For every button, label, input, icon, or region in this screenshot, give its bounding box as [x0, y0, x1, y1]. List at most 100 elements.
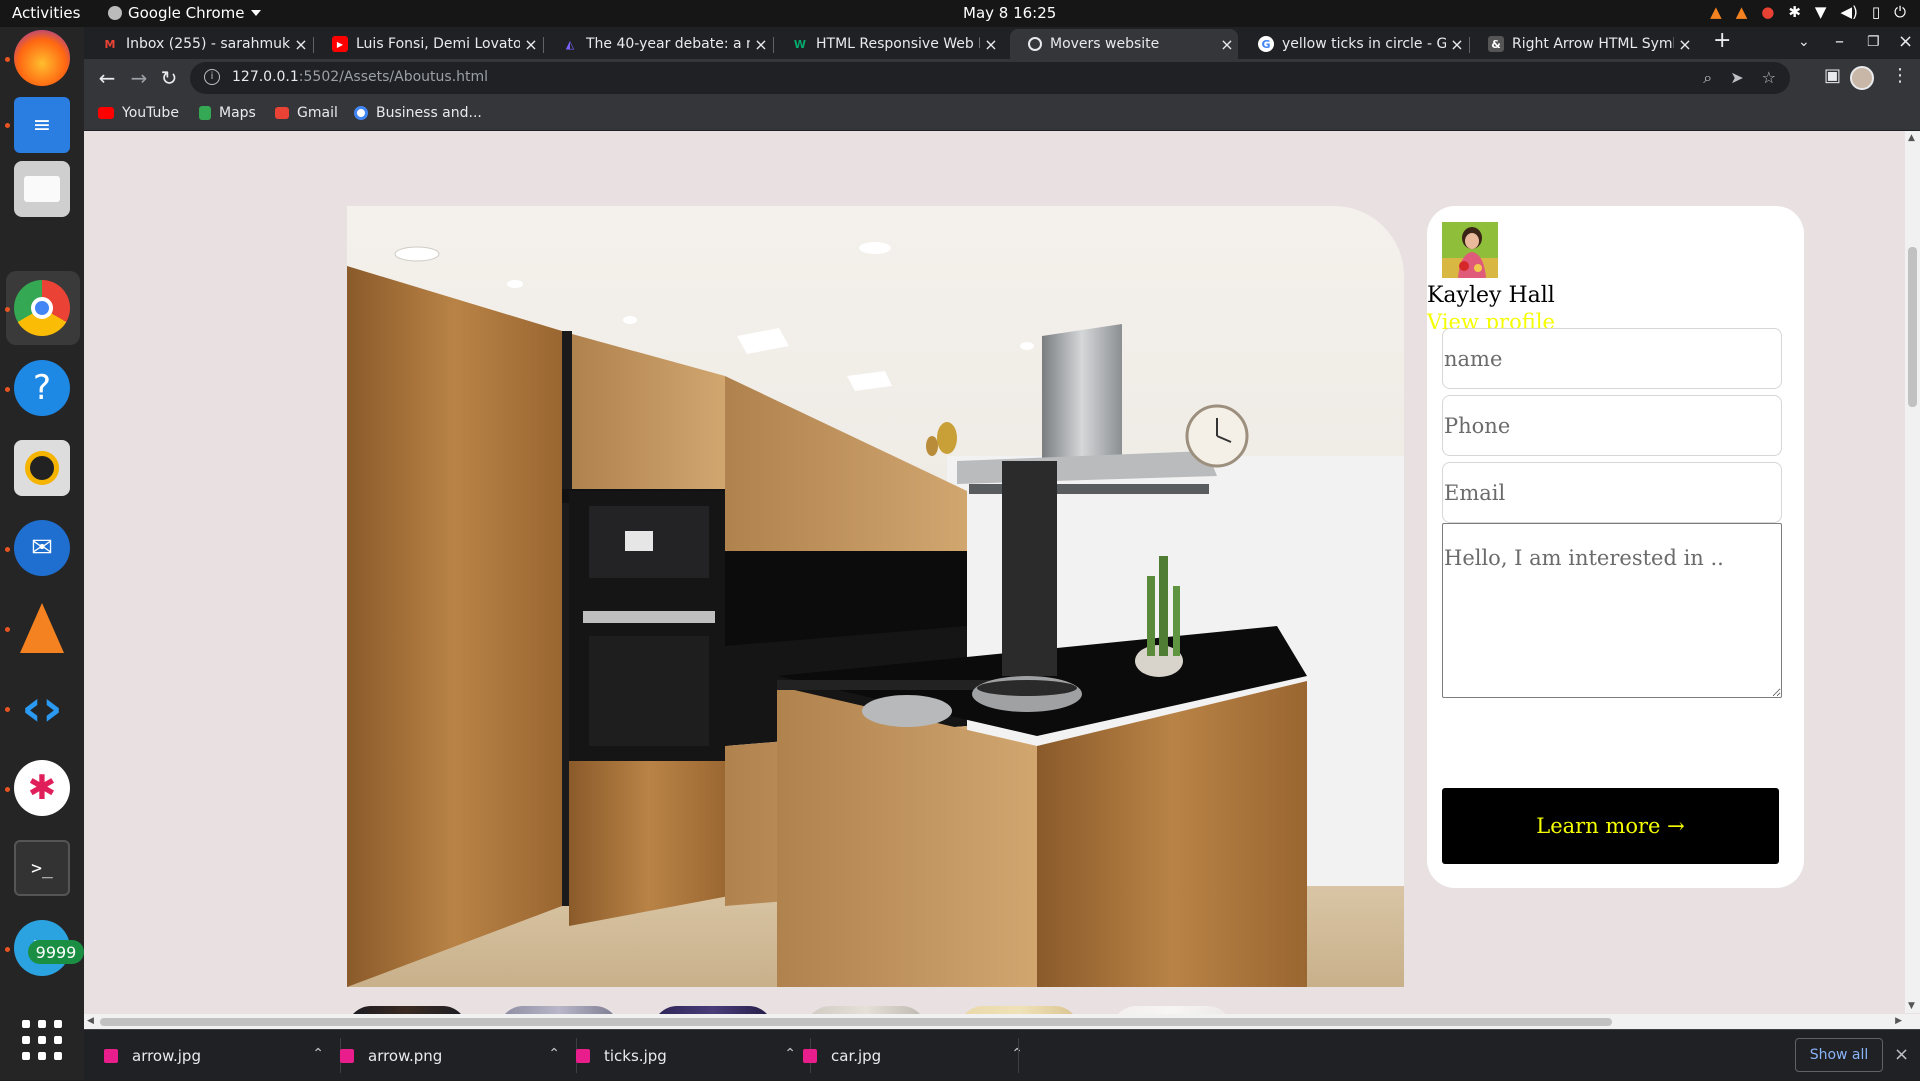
close-icon[interactable]: ×	[520, 35, 542, 54]
download-shelf: arrow.jpg ⌃ arrow.png ⌃ ticks.jpg ⌃ car.…	[84, 1029, 1920, 1080]
app-menu[interactable]: Google Chrome	[108, 4, 261, 22]
battery-icon: ▯	[1871, 3, 1881, 21]
message-field[interactable]	[1442, 523, 1782, 698]
cone-icon	[20, 603, 64, 653]
learn-more-button[interactable]: Learn more →	[1442, 788, 1779, 864]
download-item[interactable]: car.jpg ⌃	[803, 1030, 1023, 1081]
bookmark-business[interactable]: Business and...	[354, 105, 482, 121]
chrome-center-icon	[31, 297, 53, 319]
running-indicator	[5, 947, 10, 952]
download-filename: arrow.png	[368, 1046, 443, 1065]
tab-youtube[interactable]: ▶ Luis Fonsi, Demi Lovato ×	[314, 29, 542, 59]
clock[interactable]: May 8 16:25	[963, 4, 1056, 22]
files-icon[interactable]	[14, 161, 70, 217]
browser-toolbar: ← → ↻ i 127.0.0.1:5502/Assets/Aboutus.ht…	[84, 59, 1920, 97]
chevron-up-icon[interactable]: ⌃	[312, 1046, 324, 1062]
scrollbar-thumb[interactable]	[100, 1018, 1612, 1026]
reload-button[interactable]: ↻	[156, 65, 182, 91]
bookmark-label: Business and...	[376, 105, 482, 121]
profile-avatar[interactable]	[1850, 66, 1874, 90]
tab-article[interactable]: ◭ The 40-year debate: a me ×	[544, 29, 772, 59]
tab-search-chevron-icon[interactable]: ⌄	[1798, 34, 1810, 50]
forward-button[interactable]: →	[126, 65, 152, 91]
send-icon[interactable]: ➤	[1730, 68, 1743, 88]
bookmark-star-icon[interactable]: ☆	[1762, 68, 1776, 88]
download-filename: arrow.jpg	[132, 1046, 201, 1065]
phone-field[interactable]	[1442, 395, 1782, 456]
terminal-icon[interactable]: >_	[14, 840, 70, 896]
new-tab-button[interactable]: +	[1713, 28, 1731, 53]
site-info-icon[interactable]: i	[204, 69, 220, 85]
tab-movers-website[interactable]: Movers website ×	[1010, 29, 1238, 59]
bookmarks-bar: YouTube Maps Gmail Business and...	[84, 97, 1920, 131]
page-viewport: Kayley Hall View profile Learn more → ▲ …	[84, 131, 1920, 1029]
back-button[interactable]: ←	[94, 65, 120, 91]
close-icon[interactable]: ×	[1674, 35, 1696, 54]
close-icon[interactable]: ×	[750, 35, 772, 54]
system-top-bar: Activities Google Chrome May 8 16:25 ▲ ▲…	[0, 0, 1920, 27]
horizontal-scrollbar[interactable]: ◀ ▶	[84, 1014, 1920, 1029]
tab-google-search[interactable]: G yellow ticks in circle - Go ×	[1240, 29, 1468, 59]
agent-photo-image	[1442, 222, 1498, 278]
scrollbar-thumb[interactable]	[1908, 247, 1917, 407]
scroll-left-icon[interactable]: ◀	[87, 1016, 94, 1026]
writer-icon[interactable]: ≡	[14, 97, 70, 153]
vlc-tray-icon: ▲	[1735, 3, 1748, 21]
avatar	[1850, 66, 1874, 90]
download-item[interactable]: arrow.png ⌃	[340, 1030, 560, 1081]
tab-right-arrow[interactable]: & Right Arrow HTML Symb ×	[1470, 29, 1696, 59]
help-icon[interactable]: ?	[14, 360, 70, 416]
activities-button[interactable]: Activities	[12, 4, 80, 22]
close-icon[interactable]: ×	[980, 35, 1002, 54]
chevron-down-icon	[250, 10, 261, 16]
image-file-icon	[803, 1048, 817, 1063]
slack-icon[interactable]: ✱	[14, 760, 70, 816]
folder-icon	[24, 176, 60, 202]
tab-title: Luis Fonsi, Demi Lovato	[356, 36, 520, 52]
chevron-up-icon[interactable]: ⌃	[548, 1046, 560, 1062]
bookmark-youtube[interactable]: YouTube	[98, 105, 179, 121]
bookmark-gmail[interactable]: Gmail	[275, 105, 338, 121]
property-hero-image[interactable]	[347, 206, 1404, 987]
download-filename: car.jpg	[831, 1046, 882, 1065]
address-bar[interactable]: i 127.0.0.1:5502/Assets/Aboutus.html ⌕ ➤…	[190, 62, 1790, 94]
scroll-right-icon[interactable]: ▶	[1895, 1016, 1902, 1026]
url-text[interactable]: 127.0.0.1:5502/Assets/Aboutus.html	[232, 69, 488, 85]
menu-kebab-icon[interactable]: ⋮	[1891, 65, 1909, 86]
youtube-icon	[98, 107, 114, 119]
system-tray[interactable]: ▲ ▲ ● ✱ ▼ ◀) ▯ ⏻	[1710, 3, 1906, 21]
chevron-up-icon[interactable]: ⌃	[784, 1046, 796, 1062]
window-close-button[interactable]: ×	[1898, 31, 1913, 52]
maximize-button[interactable]: ❐	[1867, 34, 1880, 50]
agent-contact-card: Kayley Hall View profile Learn more →	[1427, 206, 1804, 888]
name-field[interactable]	[1442, 328, 1782, 389]
email-field[interactable]	[1442, 462, 1782, 523]
running-indicator	[5, 787, 10, 792]
show-all-downloads-button[interactable]: Show all	[1795, 1038, 1883, 1072]
download-item[interactable]: ticks.jpg ⌃	[576, 1030, 796, 1081]
firefox-icon[interactable]	[14, 30, 70, 86]
dock: ≡ ? ✉ ‹› ✱ >_ ➤ 9999	[0, 27, 84, 1080]
minimize-button[interactable]: –	[1835, 31, 1844, 52]
vertical-scrollbar[interactable]: ▲ ▼	[1905, 131, 1920, 1013]
close-icon[interactable]: ×	[1894, 1044, 1909, 1065]
bookmark-maps[interactable]: Maps	[199, 105, 256, 121]
gmail-icon	[275, 107, 289, 119]
show-applications-icon[interactable]	[22, 1020, 62, 1060]
side-panel-icon[interactable]: ▣	[1824, 65, 1841, 86]
download-item[interactable]: arrow.jpg ⌃	[104, 1030, 324, 1081]
tab-title: yellow ticks in circle - Go	[1282, 36, 1446, 52]
chrome-icon[interactable]	[14, 280, 70, 336]
rhythmbox-icon[interactable]	[14, 440, 70, 496]
vlc-icon[interactable]	[14, 600, 70, 656]
tab-html-responsive[interactable]: W HTML Responsive Web D ×	[774, 29, 1002, 59]
scroll-up-icon[interactable]: ▲	[1908, 133, 1915, 143]
vscode-icon[interactable]: ‹›	[14, 679, 70, 737]
thunderbird-icon[interactable]: ✉	[14, 520, 70, 576]
close-icon[interactable]: ×	[1216, 35, 1238, 54]
tab-gmail[interactable]: M Inbox (255) - sarahmuku ×	[84, 29, 312, 59]
scroll-down-icon[interactable]: ▼	[1908, 1001, 1915, 1011]
zoom-icon[interactable]: ⌕	[1703, 68, 1712, 88]
close-icon[interactable]: ×	[290, 35, 312, 54]
close-icon[interactable]: ×	[1446, 35, 1468, 54]
